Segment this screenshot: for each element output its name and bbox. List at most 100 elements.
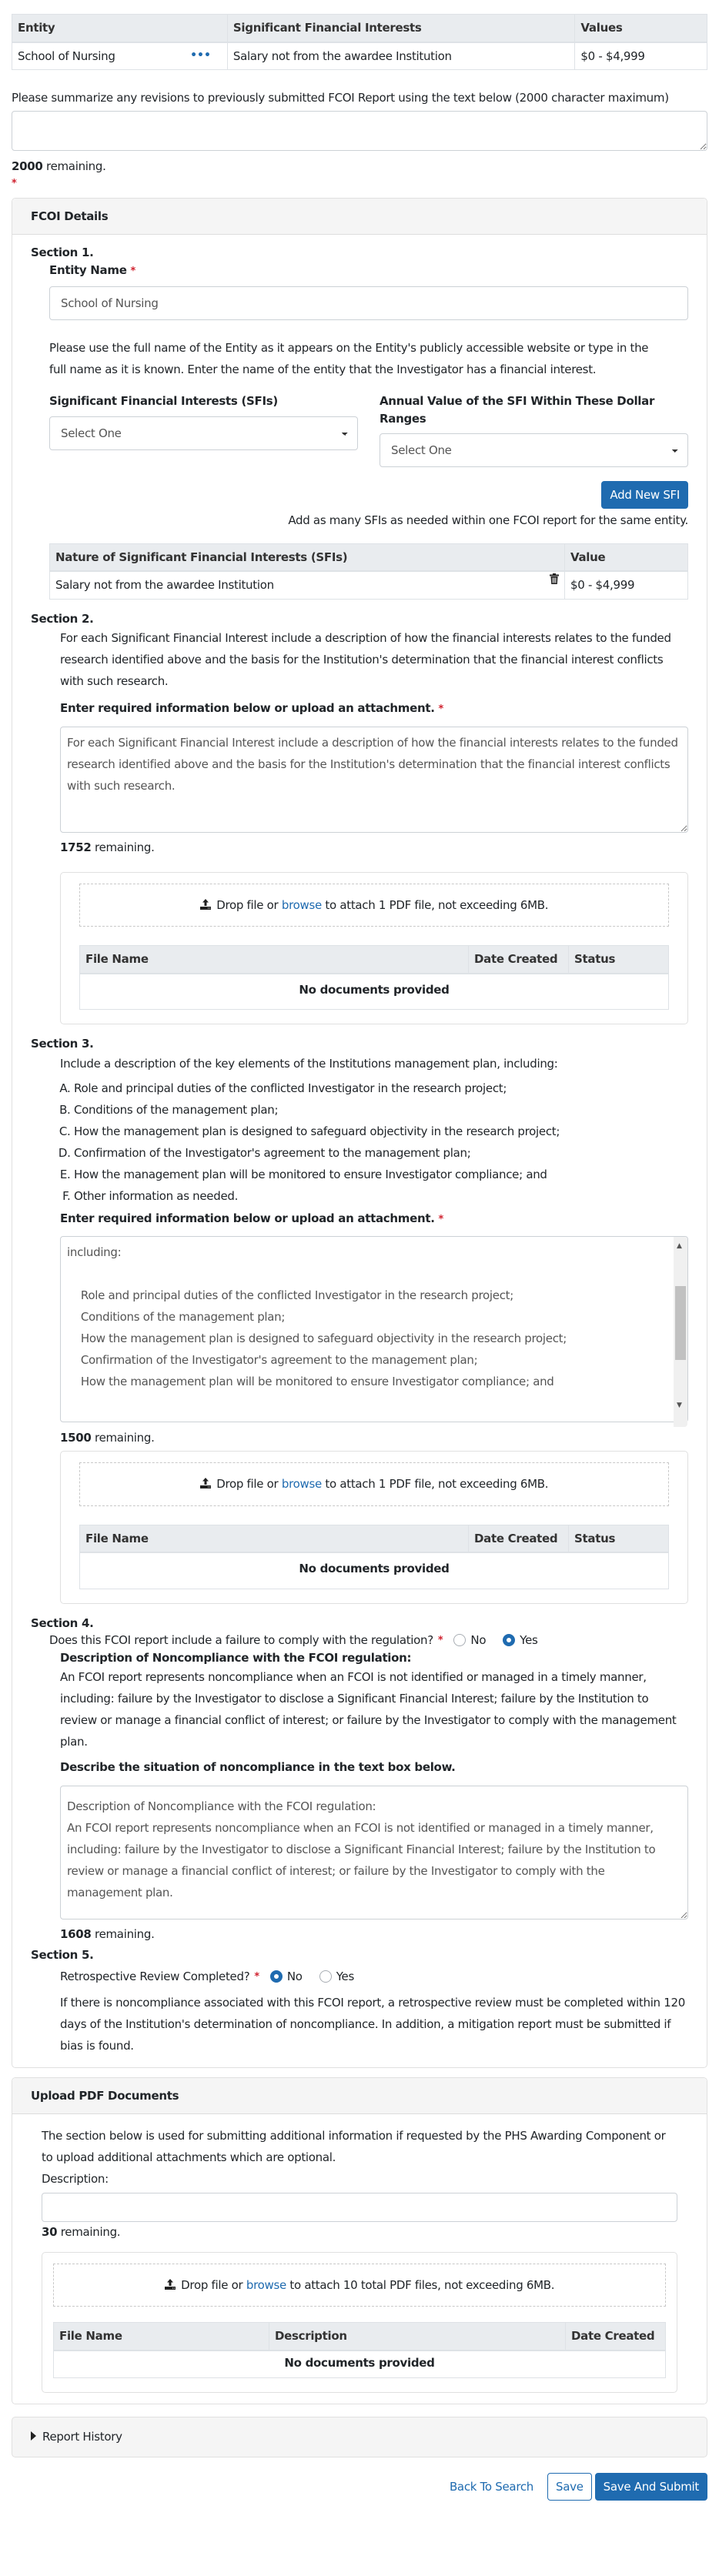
table-row: No documents provided: [79, 1552, 669, 1589]
section-3: Include a description of the key element…: [31, 1053, 688, 1604]
dropzone[interactable]: Drop file or browse to attach 1 PDF file…: [79, 883, 669, 927]
remaining-suffix: remaining.: [91, 1927, 155, 1941]
drop-prefix: Drop file or: [177, 2277, 246, 2292]
column-header-file-name: File Name: [79, 945, 469, 974]
radio-circle-checked[interactable]: [269, 1970, 283, 1983]
annual-value-label: Annual Value of the SFI Within These Dol…: [380, 394, 655, 426]
summary-textarea[interactable]: [12, 111, 707, 151]
scroll-up-arrow-icon[interactable]: ▲: [677, 1241, 682, 1252]
column-header-status: Status: [568, 1524, 669, 1553]
entity-summary-table: Entity Significant Financial Interests V…: [12, 14, 707, 70]
add-new-sfi-button[interactable]: Add New SFI: [601, 481, 688, 509]
report-history-toggle[interactable]: Report History: [12, 2417, 707, 2457]
browse-link[interactable]: browse: [282, 898, 322, 912]
section-4-title: Section 4.: [31, 1615, 94, 1630]
entity-name: School of Nursing: [18, 48, 115, 63]
list-item: Conditions of the management plan;: [74, 1099, 688, 1121]
list-item: How the management plan will be monitore…: [74, 1164, 688, 1185]
table-row: Salary not from the awardee Institution …: [49, 570, 688, 600]
summary-label: Please summarize any revisions to previo…: [12, 91, 669, 105]
fcoi-details-header: FCOI Details: [12, 198, 707, 235]
section-3-intro: Include a description of the key element…: [60, 1056, 558, 1071]
dropzone[interactable]: Drop file or browse to attach 1 PDF file…: [79, 1462, 669, 1506]
upload-pdf-body: The section below is used for submitting…: [12, 2114, 707, 2404]
upload-pdf-header: Upload PDF Documents: [12, 2077, 707, 2114]
column-header-date-created: Date Created: [468, 945, 569, 974]
scroll-down-arrow-icon[interactable]: ▼: [677, 1401, 682, 1412]
trash-icon[interactable]: [550, 573, 559, 590]
section-5-title: Section 5.: [31, 1947, 94, 1962]
noncompliance-details: Description of Noncompliance with the FC…: [49, 1649, 688, 1943]
sfi-table: Nature of Significant Financial Interest…: [49, 543, 688, 600]
sfi-selectors: Significant Financial Interests (SFIs) S…: [49, 393, 688, 467]
add-sfi-note: Add as many SFIs as needed within one FC…: [288, 513, 688, 527]
radio-circle[interactable]: [319, 1970, 332, 1983]
section-3-title: Section 3.: [31, 1037, 94, 1051]
save-and-submit-button[interactable]: Save And Submit: [594, 2472, 707, 2501]
empty-message: No documents provided: [53, 2350, 666, 2378]
nature-text: Salary not from the awardee Institution: [55, 578, 274, 592]
section-3-field-label: Enter required information below or uplo…: [60, 1210, 688, 1228]
annual-value-select[interactable]: Select One: [380, 433, 688, 467]
files-table: File Name Date Created Status No documen…: [79, 1524, 669, 1589]
noncompliance-textarea[interactable]: Description of Noncompliance with the FC…: [60, 1785, 688, 1919]
entity-name-help: Please use the full name of the Entity a…: [49, 341, 649, 376]
description-label: Description:: [42, 2172, 109, 2186]
scrollbar[interactable]: ▲ ▼: [674, 1237, 687, 1427]
section-1: Entity Name * Please use the full name o…: [31, 262, 688, 600]
list-item: Other information as needed.: [74, 1185, 688, 1207]
section-2-remaining: 1752 remaining.: [60, 839, 688, 857]
report-history-label: Report History: [42, 2430, 122, 2444]
radio-yes[interactable]: Yes: [319, 1968, 354, 1986]
radio-no[interactable]: No: [453, 1632, 487, 1649]
list-item: Role and principal duties of the conflic…: [74, 1078, 688, 1099]
radio-label: No: [470, 1633, 487, 1647]
back-to-search-button[interactable]: Back To Search: [439, 2474, 544, 2500]
required-asterisk: *: [12, 178, 17, 189]
column-header-values: Values: [574, 14, 707, 43]
value-cell: $0 - $4,999: [574, 42, 707, 70]
radio-yes[interactable]: Yes: [503, 1632, 538, 1649]
section-4: Does this FCOI report include a failure …: [31, 1632, 688, 1943]
browse-link[interactable]: browse: [282, 1477, 322, 1491]
table-header-row: Nature of Significant Financial Interest…: [49, 543, 688, 572]
remaining-suffix: remaining.: [57, 2225, 121, 2239]
list-item: How the management plan is designed to s…: [74, 1121, 688, 1142]
remaining-count: 1500: [60, 1430, 92, 1445]
drop-suffix: to attach 1 PDF file, not exceeding 6MB.: [321, 897, 549, 912]
sfi-select[interactable]: Select One: [49, 416, 358, 450]
required-asterisk: *: [437, 1634, 443, 1646]
retrospective-note: If there is noncompliance associated wit…: [60, 1995, 685, 2053]
section-2-instructions: For each Significant Financial Interest …: [60, 631, 671, 688]
entity-name-input[interactable]: [49, 286, 688, 320]
field-label-text: Enter required information below or uplo…: [60, 1211, 435, 1225]
table-header-row: File Name Date Created Status: [79, 1524, 669, 1553]
radio-label: Yes: [520, 1633, 538, 1647]
browse-link[interactable]: browse: [246, 2278, 286, 2292]
description-input[interactable]: [42, 2193, 677, 2222]
save-button[interactable]: Save: [547, 2472, 592, 2501]
column-header-entity: Entity: [12, 14, 228, 43]
table-row: No documents provided: [79, 973, 669, 1010]
add-sfi-row: Add New SFI: [49, 481, 688, 509]
required-asterisk: *: [130, 265, 136, 277]
ellipsis-icon[interactable]: •••: [190, 48, 211, 64]
radio-circle[interactable]: [453, 1634, 467, 1647]
drop-prefix: Drop file or: [212, 1477, 282, 1491]
entity-name-label: Entity Name *: [49, 262, 688, 279]
section-2-textarea[interactable]: For each Significant Financial Interest …: [60, 726, 688, 833]
radio-circle-checked[interactable]: [503, 1634, 516, 1647]
entity-name-label-text: Entity Name: [49, 262, 127, 277]
upload-icon: [199, 897, 211, 910]
fcoi-details-body: Section 1. Entity Name * Please use the …: [12, 235, 707, 2067]
upload-icon: [199, 1476, 211, 1488]
scrollbar-thumb[interactable]: [675, 1286, 686, 1360]
radio-no[interactable]: No: [269, 1968, 303, 1986]
section-3-textarea[interactable]: including: Role and principal duties of …: [60, 1236, 688, 1422]
upload-pdf-card: Upload PDF Documents The section below i…: [12, 2077, 707, 2404]
files-table: File Name Date Created Status No documen…: [79, 945, 669, 1010]
remaining-count: 1752: [60, 840, 92, 854]
dropzone[interactable]: Drop file or browse to attach 10 total P…: [53, 2263, 666, 2307]
column-header-nature: Nature of Significant Financial Interest…: [49, 543, 565, 572]
required-asterisk: *: [438, 703, 444, 715]
